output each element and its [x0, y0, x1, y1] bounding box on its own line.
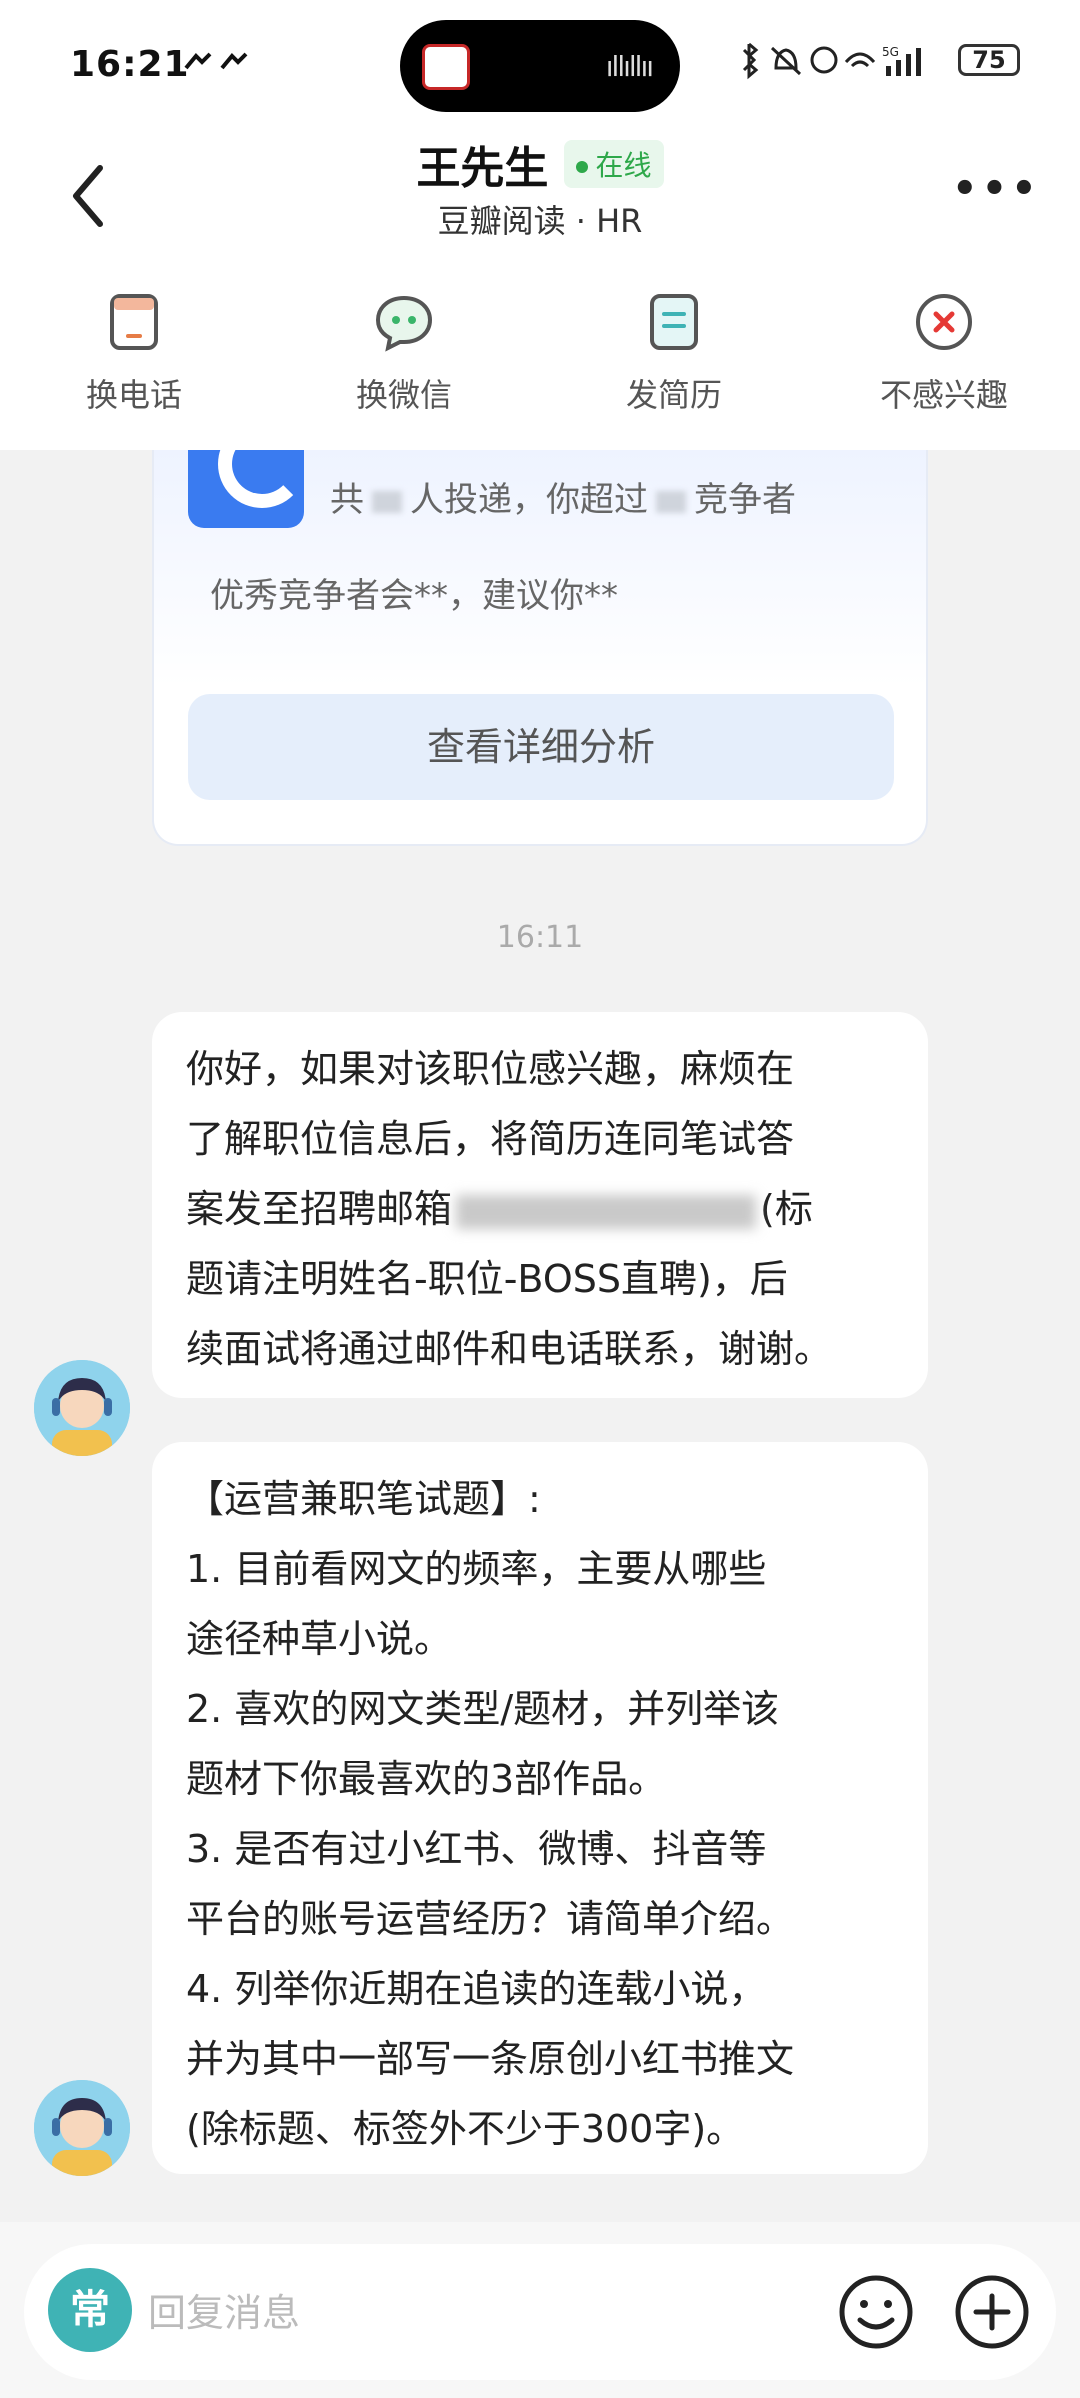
message-line: 4. 列举你近期在追读的连载小说， [186, 1967, 767, 2011]
dynamic-island[interactable]: ıllıllıı [400, 20, 680, 112]
wechat-icon [375, 295, 433, 352]
job-logo-icon [188, 450, 304, 528]
message-line: 并为其中一部写一条原创小红书推文 [186, 2037, 795, 2081]
chat-screen: 16:21 ıllıllıı 5G 75 王先生 在线 豆瓣阅读 · HR ••… [0, 0, 1080, 2398]
message-bubble[interactable]: 你好，如果对该职位感兴趣，麻烦在 了解职位信息后，将简历连同笔试答 案发至招聘邮… [152, 1012, 928, 1398]
online-label: 在线 [595, 149, 652, 182]
message-line: 途径种草小说。 [186, 1617, 453, 1661]
message-text: 案发至招聘邮箱 [186, 1187, 453, 1231]
battery-indicator: 75 [958, 44, 1020, 76]
audio-wave-icon: ıllıllıı [605, 50, 654, 83]
quick-actions-bar: 换电话 换微信 发简历 不感兴趣 [0, 260, 1080, 450]
action-label: 发简历 [625, 376, 722, 414]
resume-icon [650, 294, 698, 350]
online-badge: 在线 [563, 140, 664, 188]
message-line: 【运营兼职笔试题】: [186, 1477, 541, 1521]
message-line: 续面试将通过邮件和电话联系，谢谢。 [186, 1327, 833, 1371]
input-container: 常 回复消息 [24, 2244, 1056, 2380]
message-line: 1. 目前看网文的频率，主要从哪些 [186, 1547, 767, 1591]
message-input-bar: 常 回复消息 [0, 2222, 1080, 2398]
message-line: (除标题、标签外不少于300字)。 [186, 2107, 745, 2151]
link-icon [184, 52, 248, 70]
view-analysis-button[interactable]: 查看详细分析 [188, 694, 894, 800]
message-line: 你好，如果对该职位感兴趣，麻烦在 [186, 1047, 795, 1091]
reply-input[interactable]: 回复消息 [148, 2282, 300, 2337]
action-label: 不感兴趣 [879, 376, 1008, 414]
action-exchange-wechat[interactable]: 换微信 [294, 290, 514, 416]
hr-avatar[interactable] [34, 1360, 130, 1456]
system-status-icons: 5G [742, 42, 921, 80]
message-line: 3. 是否有过小红书、微博、抖音等 [186, 1827, 767, 1871]
plus-icon[interactable] [952, 2272, 1032, 2352]
media-thumbnail [422, 44, 470, 90]
stat-prefix: 共 [330, 480, 364, 520]
message-line: 题请注明姓名-职位-BOSS直聘)，后 [186, 1257, 788, 1301]
stat-suffix: 竞争者 [694, 480, 796, 520]
message-line: 平台的账号运营经历？请简单介绍。 [186, 1897, 795, 1941]
message-bubble[interactable]: 【运营兼职笔试题】: 1. 目前看网文的频率，主要从哪些 途径种草小说。 2. … [152, 1442, 928, 2174]
message-line: 2. 喜欢的网文类型/题材，并列举该 [186, 1687, 780, 1731]
message-text: (标 [760, 1187, 813, 1231]
phone-icon [110, 294, 158, 350]
blurred-count [656, 490, 686, 513]
status-icons: 5G 75 [736, 40, 1020, 80]
title-row: 王先生 在线 [0, 132, 1080, 196]
action-send-resume[interactable]: 发简历 [564, 290, 784, 416]
card-tip: 优秀竞争者会**，建议你** [210, 576, 618, 616]
common-phrases-button[interactable]: 常 [48, 2268, 132, 2352]
contact-company: 豆瓣阅读 · HR [437, 202, 643, 240]
svg-text:5G: 5G [882, 45, 899, 59]
blurred-count [372, 490, 402, 513]
action-not-interested[interactable]: 不感兴趣 [834, 290, 1054, 416]
action-label: 换电话 [85, 376, 182, 414]
message-line: 题材下你最喜欢的3部作品。 [186, 1757, 667, 1801]
status-bar: 16:21 ıllıllıı 5G 75 [0, 0, 1080, 130]
action-label: 换微信 [355, 376, 452, 414]
message-line: 案发至招聘邮箱 (标 [186, 1174, 894, 1244]
more-options-icon[interactable]: ••• [952, 166, 1037, 226]
blurred-email [456, 1194, 757, 1229]
notification-icons [180, 48, 260, 86]
emoji-icon[interactable] [836, 2272, 916, 2352]
competition-analysis-card: 共 人投递，你超过 竞争者 优秀竞争者会**，建议你** 查看详细分析 [152, 450, 928, 846]
stat-mid: 人投递，你超过 [410, 480, 648, 520]
message-timestamp: 16:11 [496, 920, 584, 955]
contact-name[interactable]: 王先生 [416, 143, 548, 194]
applicant-stats: 共 人投递，你超过 竞争者 [330, 472, 796, 521]
status-time: 16:21 [70, 44, 190, 85]
message-line: 了解职位信息后，将简历连同笔试答 [186, 1117, 795, 1161]
not-interested-icon [916, 294, 972, 350]
hr-avatar[interactable] [34, 2080, 130, 2176]
chat-header: 王先生 在线 豆瓣阅读 · HR ••• [0, 130, 1080, 260]
action-exchange-phone[interactable]: 换电话 [24, 290, 244, 416]
online-dot-icon [575, 161, 588, 173]
